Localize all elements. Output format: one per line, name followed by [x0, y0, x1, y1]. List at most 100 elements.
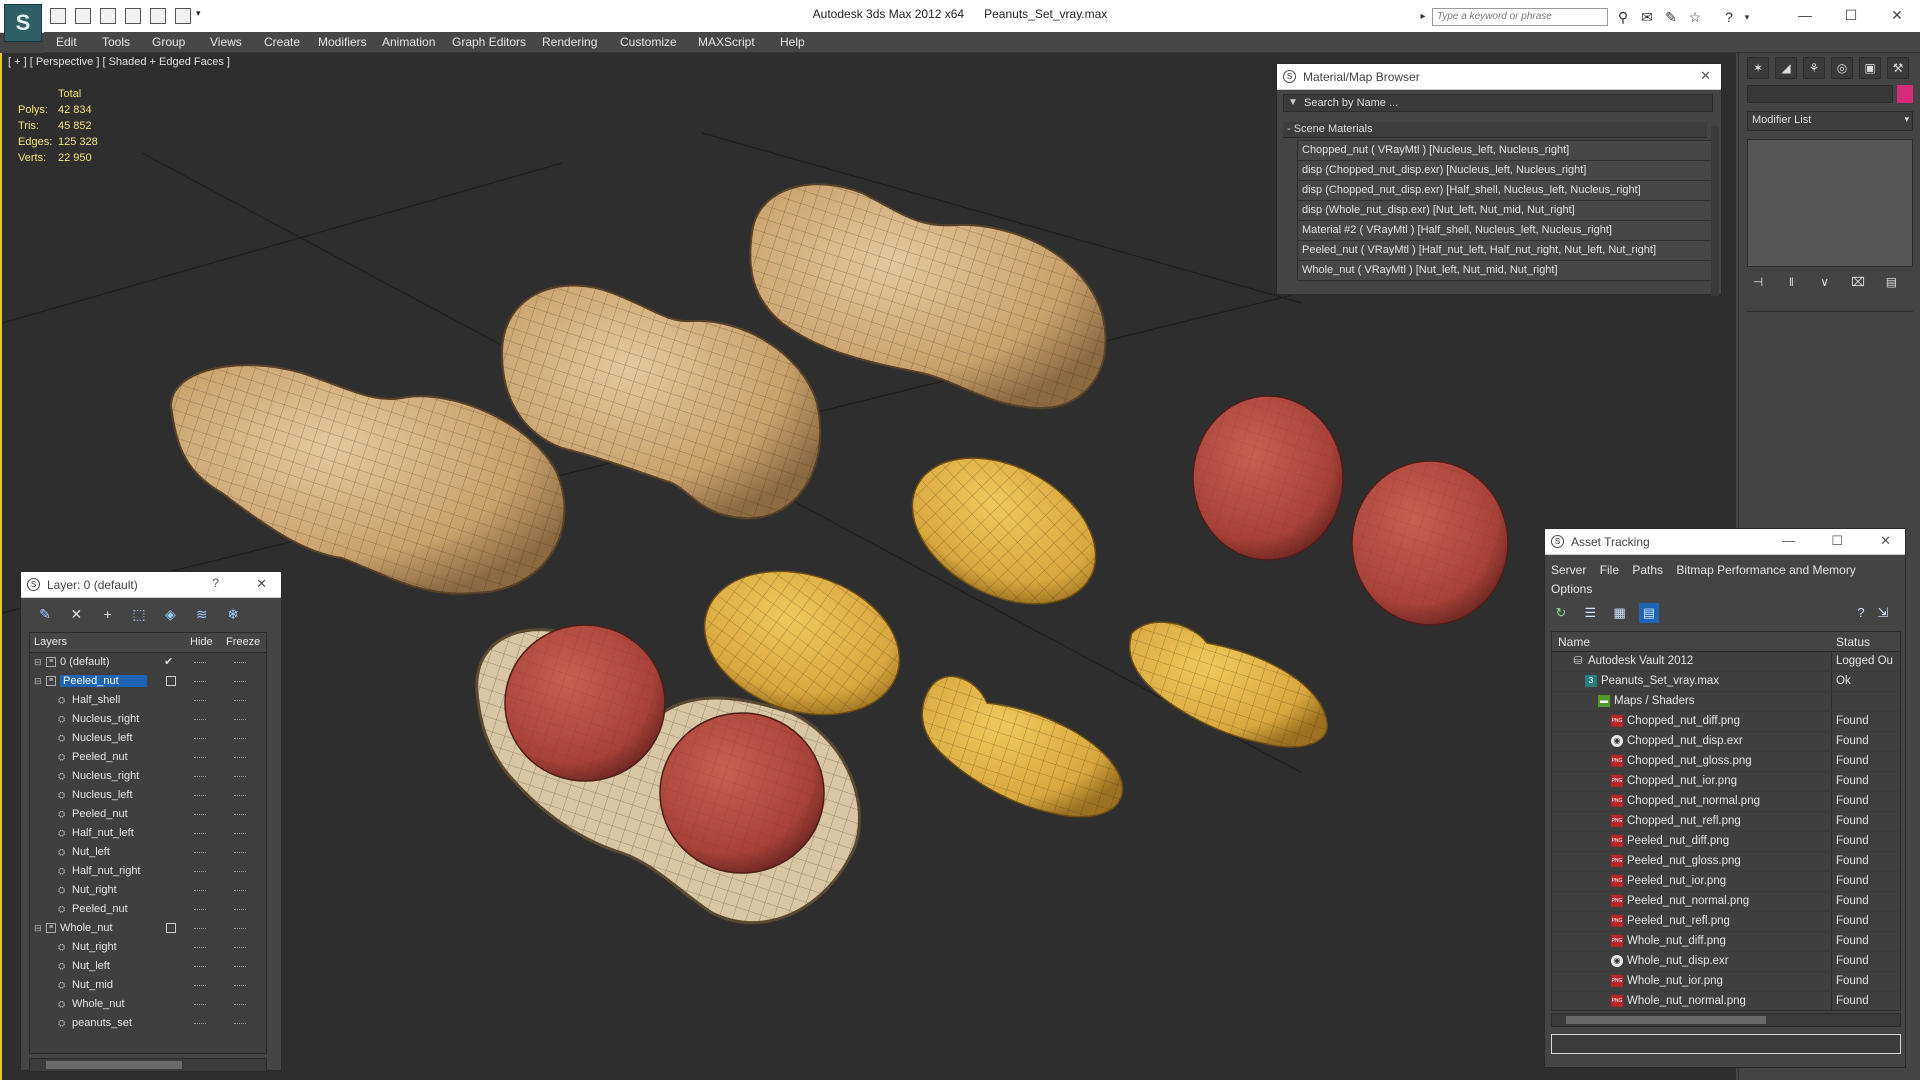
col-status[interactable]: Status [1836, 635, 1870, 649]
pin-stack-icon[interactable]: ⊣ [1747, 275, 1769, 293]
quick-access-dropdown-icon[interactable]: ▾ [196, 8, 206, 24]
hide-toggle[interactable] [194, 985, 206, 986]
layer-object-row[interactable]: ⛭ Nut_right [30, 938, 266, 957]
hide-toggle[interactable] [194, 852, 206, 853]
layer-object-row[interactable]: ⛭ Nut_left [30, 843, 266, 862]
layer-object-row[interactable]: ⛭ Half_nut_right [30, 862, 266, 881]
asset-row[interactable]: PNG Peeled_nut_gloss.png Found [1552, 852, 1900, 872]
show-end-result-icon[interactable]: ‖ [1780, 275, 1802, 293]
asset-row[interactable]: PNG Chopped_nut_refl.png Found [1552, 812, 1900, 832]
add-to-layer-icon[interactable]: + [98, 604, 118, 624]
hide-toggle[interactable] [194, 890, 206, 891]
motion-tab-icon[interactable]: ◎ [1831, 57, 1853, 79]
layer-object-row[interactable]: ⛭ Peeled_nut [30, 748, 266, 767]
menu-paths[interactable]: Paths [1632, 563, 1663, 577]
close-icon[interactable]: ✕ [1874, 0, 1920, 30]
create-tab-icon[interactable]: ✶ [1747, 57, 1769, 79]
undo-icon[interactable] [125, 8, 141, 24]
modify-tab-icon[interactable]: ◢ [1775, 57, 1797, 79]
freeze-toggle[interactable] [234, 814, 246, 815]
hide-toggle[interactable] [194, 966, 206, 967]
freeze-toggle[interactable] [234, 776, 246, 777]
material-item[interactable]: disp (Whole_nut_disp.exr) [Nut_left, Nut… [1297, 201, 1713, 221]
help-icon[interactable]: ? [212, 576, 219, 590]
make-current-checkbox[interactable] [166, 923, 176, 933]
asset-row[interactable]: ▬ Maps / Shaders [1552, 692, 1900, 712]
hide-toggle[interactable] [194, 871, 206, 872]
delete-layer-icon[interactable]: ✕ [66, 604, 86, 624]
menu-modifiers[interactable]: Modifiers [318, 35, 367, 49]
hide-toggle[interactable] [194, 1004, 206, 1005]
menu-server[interactable]: Server [1551, 563, 1586, 577]
menu-views[interactable]: Views [210, 35, 242, 49]
menu-create[interactable]: Create [264, 35, 300, 49]
menu-bitmap-performance[interactable]: Bitmap Performance and Memory [1676, 563, 1855, 577]
hide-toggle[interactable] [194, 1023, 206, 1024]
hierarchy-tab-icon[interactable]: ⚘ [1803, 57, 1825, 79]
freeze-toggle[interactable] [234, 1004, 246, 1005]
expand-icon[interactable]: ⊟ [34, 676, 44, 686]
freeze-toggle[interactable] [234, 852, 246, 853]
new-file-icon[interactable] [50, 8, 66, 24]
layer-object-row[interactable]: ⛭ Nut_mid [30, 976, 266, 995]
asset-row[interactable]: ◉ Chopped_nut_disp.exr Found [1552, 732, 1900, 752]
layer-object-row[interactable]: ⛭ peanuts_set [30, 1014, 266, 1033]
scroll-thumb[interactable] [46, 1061, 182, 1069]
material-item[interactable]: Chopped_nut ( VRayMtl ) [Nucleus_left, N… [1297, 140, 1713, 161]
freeze-toggle[interactable] [234, 985, 246, 986]
maximize-icon[interactable]: ☐ [1831, 533, 1843, 549]
asset-row[interactable]: PNG Whole_nut_ior.png Found [1552, 972, 1900, 992]
freeze-toggle[interactable] [234, 700, 246, 701]
asset-row[interactable]: 3 Peanuts_Set_vray.max Ok [1552, 672, 1900, 692]
asset-tracking-titlebar[interactable]: S Asset Tracking — ☐ ✕ [1545, 529, 1905, 555]
minimize-icon[interactable]: — [1782, 533, 1795, 548]
freeze-toggle[interactable] [234, 1023, 246, 1024]
asset-row[interactable]: PNG Peeled_nut_ior.png Found [1552, 872, 1900, 892]
hide-toggle[interactable] [194, 681, 206, 682]
layer-row[interactable]: ⊟ ≡ 0 (default) ✔ [30, 653, 266, 672]
make-unique-icon[interactable]: ∨ [1814, 275, 1836, 293]
viewport-label[interactable]: [ + ] [ Perspective ] [ Shaded + Edged F… [8, 56, 230, 68]
menu-edit[interactable]: Edit [56, 35, 77, 49]
asset-row[interactable]: PNG Peeled_nut_normal.png Found [1552, 892, 1900, 912]
table-view-icon[interactable]: ▤ [1639, 603, 1660, 623]
menu-rendering[interactable]: Rendering [542, 35, 597, 49]
communication-center-icon[interactable]: ✎ [1662, 8, 1680, 26]
scroll-thumb[interactable] [1566, 1016, 1766, 1024]
maximize-icon[interactable]: ☐ [1828, 0, 1874, 30]
layer-object-row[interactable]: ⛭ Half_shell [30, 691, 266, 710]
layer-manager-titlebar[interactable]: S Layer: 0 (default) ? ✕ [21, 572, 281, 598]
menu-options[interactable]: Options [1551, 582, 1592, 596]
menu-help[interactable]: Help [780, 35, 805, 49]
hide-toggle[interactable] [194, 909, 206, 910]
freeze-toggle[interactable] [234, 909, 246, 910]
col-layers[interactable]: Layers [34, 636, 67, 648]
asset-row[interactable]: ◉ Whole_nut_disp.exr Found [1552, 952, 1900, 972]
layer-object-row[interactable]: ⛭ Nut_right [30, 881, 266, 900]
minimize-icon[interactable]: — [1782, 0, 1828, 30]
asset-path-field[interactable] [1551, 1034, 1901, 1054]
layer-object-row[interactable]: ⛭ Nucleus_left [30, 786, 266, 805]
asset-row[interactable]: PNG Peeled_nut_diff.png Found [1552, 832, 1900, 852]
material-item[interactable]: disp (Chopped_nut_disp.exr) [Nucleus_lef… [1297, 161, 1713, 181]
hide-toggle[interactable] [194, 776, 206, 777]
menu-file[interactable]: File [1600, 563, 1619, 577]
freeze-toggle[interactable] [234, 738, 246, 739]
detail-view-icon[interactable]: ▦ [1610, 603, 1630, 623]
freeze-toggle[interactable] [234, 871, 246, 872]
asset-row[interactable]: PNG Chopped_nut_diff.png Found [1552, 712, 1900, 732]
col-name[interactable]: Name [1558, 635, 1590, 649]
pin-icon[interactable]: ⇲ [1873, 603, 1893, 623]
expand-icon[interactable]: ⊟ [34, 923, 44, 933]
save-file-icon[interactable] [100, 8, 116, 24]
hide-toggle[interactable] [194, 795, 206, 796]
layer-object-row[interactable]: ⛭ Half_nut_left [30, 824, 266, 843]
hide-toggle[interactable] [194, 928, 206, 929]
freeze-toggle[interactable] [234, 947, 246, 948]
close-icon[interactable]: ✕ [256, 576, 267, 592]
subscription-center-icon[interactable]: ✉ [1638, 8, 1656, 26]
layer-object-row[interactable]: ⛭ Peeled_nut [30, 900, 266, 919]
menu-group[interactable]: Group [152, 35, 185, 49]
hide-toggle[interactable] [194, 719, 206, 720]
favorites-star-icon[interactable]: ☆ [1686, 8, 1704, 26]
